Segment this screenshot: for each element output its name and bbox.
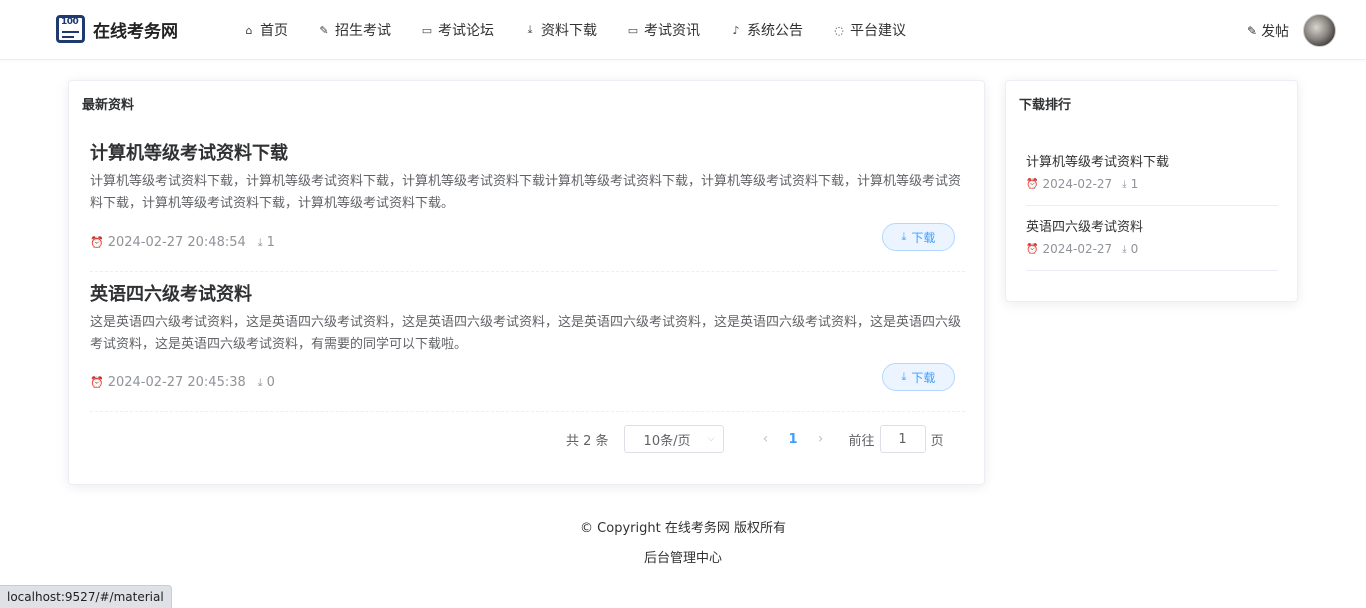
download-button[interactable]: ⤓ 下载 <box>882 223 955 251</box>
rank-meta: ⏰ 2024-02-27 ⤓ 0 <box>1026 242 1139 256</box>
edit-icon: ✎ <box>319 23 329 37</box>
page-jump-input[interactable] <box>879 425 926 453</box>
chat-icon: ▭ <box>627 23 639 37</box>
chat-icon: ▭ <box>421 23 433 37</box>
clock-icon: ⏰ <box>1026 243 1039 255</box>
download-ranking-card: 下载排行 计算机等级考试资料下载 ⏰ 2024-02-27 ⤓ 1 英语四六级考… <box>1005 80 1298 302</box>
material-meta: ⏰ 2024-02-27 20:45:38 ⤓ 0 <box>90 375 275 390</box>
page-number[interactable]: 1 <box>785 432 802 447</box>
material-time: 2024-02-27 20:48:54 <box>107 235 246 250</box>
card-title: 最新资料 <box>82 98 135 113</box>
download-icon: ⤓ <box>527 23 533 36</box>
status-bar-url: localhost:9527/#/material <box>0 585 172 608</box>
top-header: 100 在线考务网 ⌂ 首页 ✎ 招生考试 ▭ 考试论坛 ⤓ 资料下载 ▭ 考试… <box>0 0 1366 60</box>
page-size-select[interactable]: 10条/页 ⌵ <box>623 425 724 453</box>
bell-icon: ♪ <box>732 23 740 37</box>
admin-center-link-text[interactable]: 后台管理中心 <box>644 551 722 566</box>
download-icon: ⤓ <box>1122 243 1127 255</box>
avatar[interactable] <box>1303 14 1336 47</box>
rank-title[interactable]: 计算机等级考试资料下载 <box>1026 151 1169 170</box>
clock-icon: ⏰ <box>90 236 104 249</box>
clock-icon: ⏰ <box>90 376 104 389</box>
material-title[interactable]: 英语四六级考试资料 <box>90 280 252 306</box>
rank-meta: ⏰ 2024-02-27 ⤓ 1 <box>1026 177 1139 191</box>
list-item[interactable]: 英语四六级考试资料 ⏰ 2024-02-27 ⤓ 0 <box>1026 207 1278 271</box>
next-page-button[interactable]: › <box>806 431 836 447</box>
card-title: 下载排行 <box>1019 98 1072 113</box>
nav-item-suggestions[interactable]: ◌ 平台建议 <box>833 20 906 40</box>
download-count: 1 <box>266 235 275 250</box>
site-logo[interactable]: 100 在线考务网 <box>56 15 178 43</box>
download-icon: ⤓ <box>901 370 907 383</box>
pagination: 共 2 条 10条/页 ⌵ ‹ 1 › 前往 页 <box>566 425 944 453</box>
page-jumper: 前往 页 <box>849 425 944 453</box>
latest-materials-card: 最新资料 计算机等级考试资料下载 计算机等级考试资料下载，计算机等级考试资料下载… <box>68 80 985 485</box>
edit-icon: ✎ <box>1247 24 1258 38</box>
admin-center-link: 后台管理中心 <box>0 547 1366 566</box>
nav-item-announcements[interactable]: ♪ 系统公告 <box>730 20 803 40</box>
site-name: 在线考务网 <box>93 21 178 42</box>
material-meta: ⏰ 2024-02-27 20:48:54 ⤓ 1 <box>90 235 275 250</box>
material-title[interactable]: 计算机等级考试资料下载 <box>90 139 288 165</box>
material-description: 这是英语四六级考试资料，这是英语四六级考试资料，这是英语四六级考试资料，这是英语… <box>90 315 962 352</box>
material-time: 2024-02-27 20:45:38 <box>107 375 246 390</box>
clock-icon: ⏰ <box>1026 178 1039 190</box>
nav-item-downloads[interactable]: ⤓ 资料下载 <box>524 20 597 40</box>
list-item: 计算机等级考试资料下载 计算机等级考试资料下载，计算机等级考试资料下载，计算机等… <box>90 139 965 272</box>
download-icon: ⤓ <box>1122 178 1127 190</box>
list-item: 英语四六级考试资料 这是英语四六级考试资料，这是英语四六级考试资料，这是英语四六… <box>90 280 965 412</box>
home-icon: ⌂ <box>245 23 253 37</box>
nav-item-news[interactable]: ▭ 考试资讯 <box>627 20 700 40</box>
download-button[interactable]: ⤓ 下载 <box>882 363 955 391</box>
material-description: 计算机等级考试资料下载，计算机等级考试资料下载，计算机等级考试资料下载计算机等级… <box>90 174 962 211</box>
nav-item-admission-exams[interactable]: ✎ 招生考试 <box>318 20 391 40</box>
main-nav: ⌂ 首页 ✎ 招生考试 ▭ 考试论坛 ⤓ 资料下载 ▭ 考试资讯 ♪ 系统公告 … <box>243 0 936 60</box>
logo-icon: 100 <box>56 15 85 43</box>
nav-item-home[interactable]: ⌂ 首页 <box>243 20 289 40</box>
list-item[interactable]: 计算机等级考试资料下载 ⏰ 2024-02-27 ⤓ 1 <box>1026 142 1278 206</box>
nav-item-forum[interactable]: ▭ 考试论坛 <box>421 20 494 40</box>
download-icon: ⤓ <box>257 375 263 389</box>
pagination-total: 共 2 条 <box>566 433 609 449</box>
prev-page-button[interactable]: ‹ <box>751 431 781 447</box>
download-count: 0 <box>266 375 275 390</box>
comment-icon: ◌ <box>834 23 844 37</box>
post-button[interactable]: ✎ 发帖 <box>1247 21 1289 41</box>
download-icon: ⤓ <box>901 230 907 243</box>
download-icon: ⤓ <box>257 235 263 249</box>
chevron-down-icon: ⌵ <box>707 434 715 444</box>
rank-title[interactable]: 英语四六级考试资料 <box>1026 216 1143 235</box>
footer-copyright: © Copyright 在线考务网 版权所有 <box>580 521 786 536</box>
